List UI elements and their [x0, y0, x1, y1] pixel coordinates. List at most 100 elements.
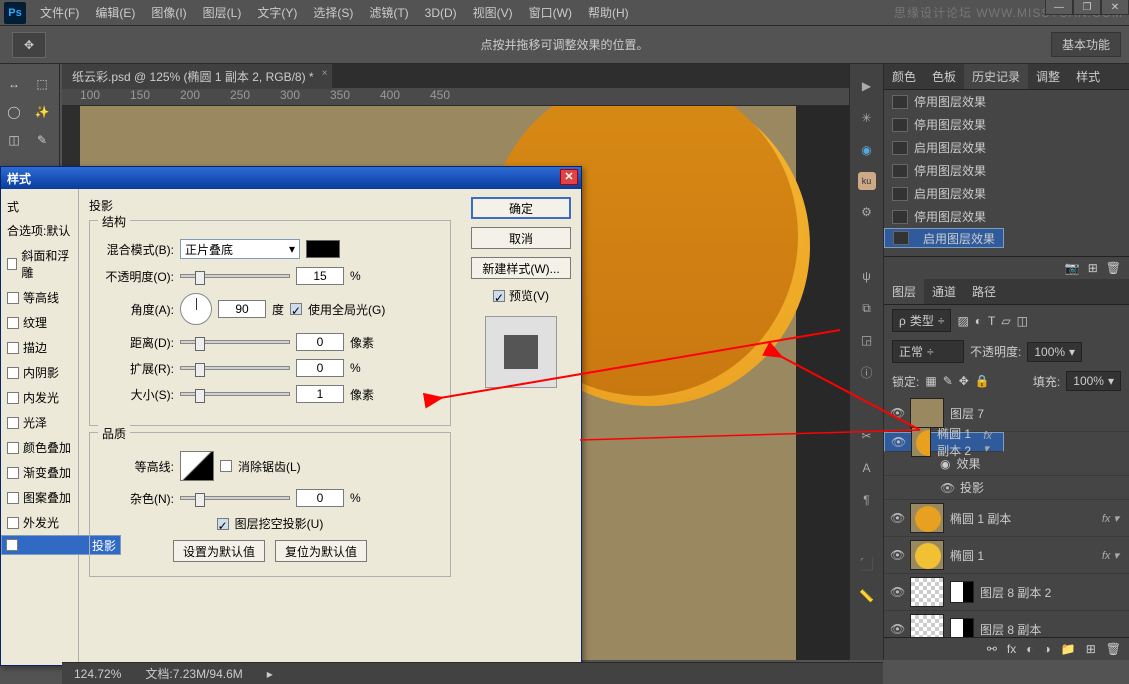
fx-icon[interactable]: fx	[1007, 642, 1016, 656]
eyedropper-tool-icon[interactable]: ✎	[29, 127, 55, 153]
tab-channels[interactable]: 通道	[924, 279, 964, 304]
measure-icon[interactable]: 📏	[857, 586, 877, 606]
history-item[interactable]: 启用图层效果	[884, 136, 1129, 159]
filter-pixel-icon[interactable]: ▨	[957, 314, 968, 328]
visibility-icon[interactable]: 👁	[890, 511, 904, 525]
mask-icon[interactable]: ◐	[1026, 642, 1033, 656]
noise-slider[interactable]	[180, 496, 290, 500]
history-item[interactable]: 停用图层效果	[884, 205, 1129, 228]
fx-badge[interactable]: fx ▾	[1102, 549, 1123, 562]
checkbox-icon[interactable]: ✓	[6, 539, 18, 551]
antialias-checkbox[interactable]	[220, 460, 232, 472]
visibility-icon[interactable]: 👁	[891, 435, 905, 449]
shadow-color-swatch[interactable]	[306, 240, 340, 258]
visibility-icon[interactable]: 👁	[890, 406, 904, 420]
para-icon[interactable]: ¶	[857, 490, 877, 510]
crop-tool-icon[interactable]: ◫	[1, 127, 27, 153]
kuler-icon[interactable]: ku	[858, 172, 876, 190]
distance-slider[interactable]	[180, 340, 290, 344]
layer-opacity-input[interactable]: 100%▾	[1027, 342, 1082, 362]
visibility-icon[interactable]: 👁	[940, 481, 954, 495]
angle-input[interactable]	[218, 300, 266, 318]
ok-button[interactable]: 确定	[471, 197, 571, 219]
blending-options-item[interactable]: 合选项:默认	[1, 218, 78, 243]
new-snapshot-icon[interactable]: ⊞	[1088, 261, 1098, 275]
tab-layers[interactable]: 图层	[884, 279, 924, 304]
style-item[interactable]: 内发光	[1, 385, 78, 410]
menu-file[interactable]: 文件(F)	[32, 0, 87, 25]
history-item[interactable]: 停用图层效果	[884, 159, 1129, 182]
checkbox-icon[interactable]	[7, 317, 19, 329]
cancel-button[interactable]: 取消	[471, 227, 571, 249]
wand-tool-icon[interactable]: ✨	[29, 99, 55, 125]
fx-badge[interactable]: fx ▾	[983, 430, 997, 455]
brush-preset-icon[interactable]: ψ	[857, 266, 877, 286]
tab-styles[interactable]: 样式	[1068, 64, 1108, 89]
spread-input[interactable]	[296, 359, 344, 377]
history-item[interactable]: 启用图层效果	[884, 228, 1004, 248]
opacity-slider[interactable]	[180, 274, 290, 278]
info-icon[interactable]: ⓘ	[857, 362, 877, 382]
filter-smart-icon[interactable]: ◫	[1017, 314, 1028, 328]
filter-type-icon[interactable]: T	[988, 314, 995, 328]
size-input[interactable]	[296, 385, 344, 403]
visibility-icon[interactable]: 👁	[890, 622, 904, 636]
link-icon[interactable]: ⚯	[987, 642, 997, 656]
layer-row[interactable]: 👁椭圆 1fx ▾	[884, 537, 1129, 574]
checkbox-icon[interactable]	[7, 342, 19, 354]
checkbox-icon[interactable]	[7, 517, 19, 529]
dialog-titlebar[interactable]: 样式 ✕	[1, 167, 581, 189]
style-item[interactable]: 描边	[1, 335, 78, 360]
distance-input[interactable]	[296, 333, 344, 351]
new-layer-icon[interactable]: ⊞	[1086, 642, 1096, 656]
history-item[interactable]: 停用图层效果	[884, 90, 1129, 113]
menu-help[interactable]: 帮助(H)	[580, 0, 637, 25]
nav-icon[interactable]: ◲	[857, 330, 877, 350]
adjustments-icon[interactable]: ⚙	[857, 202, 877, 222]
lock-all-icon[interactable]: 🔒	[975, 374, 990, 388]
filter-kind-select[interactable]: ρ类型÷	[892, 309, 951, 332]
set-default-button[interactable]: 设置为默认值	[173, 540, 265, 562]
paths-icon[interactable]: ✂	[857, 426, 877, 446]
noise-input[interactable]	[296, 489, 344, 507]
menu-window[interactable]: 窗口(W)	[521, 0, 580, 25]
tab-color[interactable]: 颜色	[884, 64, 924, 89]
preview-checkbox[interactable]: ✓	[493, 290, 505, 302]
adjustment-icon[interactable]: ◑	[1044, 642, 1051, 656]
menu-3d[interactable]: 3D(D)	[417, 2, 465, 24]
contour-picker[interactable]	[180, 451, 214, 481]
group-icon[interactable]: 📁	[1061, 642, 1076, 656]
move-tool-icon[interactable]: ✥	[12, 32, 46, 58]
menu-select[interactable]: 选择(S)	[305, 0, 361, 25]
style-item[interactable]: 等高线	[1, 285, 78, 310]
size-slider[interactable]	[180, 392, 290, 396]
close-icon[interactable]: ×	[322, 68, 328, 79]
global-light-checkbox[interactable]: ✓	[290, 303, 302, 315]
window-maximize-button[interactable]: ❐	[1073, 0, 1101, 15]
selection-tool-icon[interactable]: ⬚	[29, 71, 55, 97]
3d-icon[interactable]: ⬛	[857, 554, 877, 574]
trash-icon[interactable]: 🗑	[1106, 261, 1121, 275]
filter-shape-icon[interactable]: ▱	[1001, 314, 1010, 328]
lock-paint-icon[interactable]: ✎	[943, 374, 953, 388]
swatches-icon[interactable]: ◉	[857, 140, 877, 160]
layer-row[interactable]: 👁图层 8 副本 2	[884, 574, 1129, 611]
checkbox-icon[interactable]	[7, 417, 19, 429]
knockout-checkbox[interactable]: ✓	[217, 518, 229, 530]
style-item[interactable]: 图案叠加	[1, 485, 78, 510]
menu-layer[interactable]: 图层(L)	[195, 0, 250, 25]
checkbox-icon[interactable]	[7, 467, 19, 479]
lasso-tool-icon[interactable]: ◯	[1, 99, 27, 125]
lock-pos-icon[interactable]: ✥	[959, 374, 969, 388]
layer-row[interactable]: 👁椭圆 1 副本 2fx ▾	[884, 432, 1004, 452]
camera-icon[interactable]: 📷	[1065, 261, 1080, 275]
brush-icon[interactable]: ✳	[857, 108, 877, 128]
document-tab[interactable]: 纸云彩.psd @ 125% (椭圆 1 副本 2, RGB/8) *×	[62, 64, 332, 89]
move-tool-icon[interactable]: ↔	[1, 71, 27, 97]
checkbox-icon[interactable]	[7, 258, 17, 270]
angle-dial[interactable]	[180, 293, 212, 325]
checkbox-icon[interactable]	[7, 292, 19, 304]
visibility-icon[interactable]: 👁	[890, 585, 904, 599]
new-style-button[interactable]: 新建样式(W)...	[471, 257, 571, 279]
history-item[interactable]: 停用图层效果	[884, 113, 1129, 136]
